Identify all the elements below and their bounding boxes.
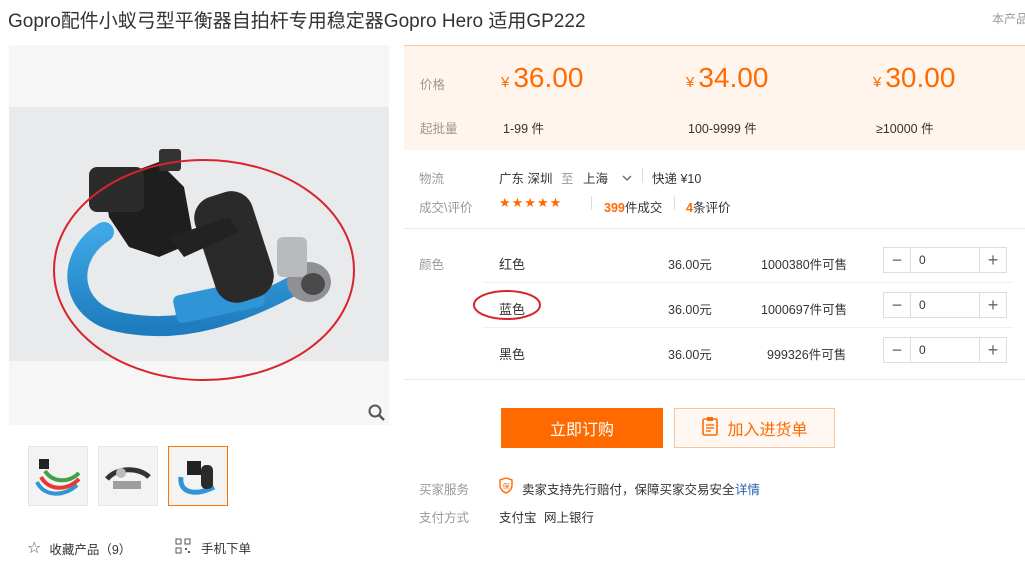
zoom-icon[interactable] xyxy=(367,403,387,423)
thumbnail-1[interactable] xyxy=(28,446,88,506)
chevron-down-icon xyxy=(622,171,632,185)
sku-price: 36.00元 xyxy=(668,258,712,272)
sku-stock: 1000380件可售 xyxy=(761,258,848,272)
price-tier-1: ¥36.00 xyxy=(501,62,584,93)
ship-to-word: 至 xyxy=(561,172,574,186)
shield-icon: 保 xyxy=(498,477,514,499)
thumbnail-3[interactable] xyxy=(168,446,228,506)
destination-value: 上海 xyxy=(583,172,609,186)
star-outline-icon: ☆ xyxy=(27,540,42,557)
ship-from: 广东 深圳 xyxy=(499,172,553,186)
payment-label: 支付方式 xyxy=(419,511,470,525)
sku-name: 红色 xyxy=(499,257,526,272)
separator xyxy=(674,196,675,210)
mobile-order-label: 手机下单 xyxy=(201,542,252,556)
destination-select[interactable]: 上海 xyxy=(583,168,632,187)
favorite-button[interactable]: ☆ 收藏产品（9） xyxy=(27,538,131,558)
qty-tier-2: 100-9999 件 xyxy=(688,122,757,136)
quantity-stepper[interactable]: − 0 + xyxy=(883,337,1007,363)
qty-tier-3: ≥10000 件 xyxy=(876,122,934,136)
mobile-order-button[interactable]: 手机下单 xyxy=(175,538,251,557)
deals-label: 成交\评价 xyxy=(419,201,473,215)
sku-stock: 999326件可售 xyxy=(767,348,847,362)
thumbnail-2[interactable] xyxy=(98,446,158,506)
favorite-label: 收藏产品（9） xyxy=(49,542,132,557)
thumbnail-1-image xyxy=(29,447,87,505)
thumbnail-3-image xyxy=(169,447,227,505)
quantity-stepper[interactable]: − 0 + xyxy=(883,247,1007,273)
decrement-button[interactable]: − xyxy=(884,293,911,317)
thumbnail-2-image xyxy=(99,447,157,505)
quantity-stepper[interactable]: − 0 + xyxy=(883,292,1007,318)
annotation-circle xyxy=(473,290,541,320)
price-tier-2: ¥34.00 xyxy=(686,62,769,93)
payment-method-alipay: 支付宝 xyxy=(499,511,537,525)
rating-stars: ★★★★★ xyxy=(499,195,563,210)
sku-stock: 1000697件可售 xyxy=(761,303,848,317)
price-tier-3: ¥30.00 xyxy=(873,62,956,93)
separator xyxy=(642,168,643,182)
row-divider xyxy=(483,327,1013,328)
color-label: 颜色 xyxy=(419,258,445,272)
qr-code-icon xyxy=(175,538,191,557)
main-product-image[interactable] xyxy=(9,45,389,425)
sku-price: 36.00元 xyxy=(668,303,712,317)
svg-text:保: 保 xyxy=(503,482,510,491)
details-link[interactable]: 详情 xyxy=(735,479,760,498)
payment-method-bank: 网上银行 xyxy=(544,511,595,525)
buy-now-button[interactable]: 立即订购 xyxy=(501,408,663,448)
decrement-button[interactable]: − xyxy=(884,338,911,362)
product-title: Gopro配件小蚁弓型平衡器自拍杆专用稳定器Gopro Hero 适用GP222 xyxy=(8,11,586,32)
row-divider xyxy=(483,282,1013,283)
increment-button[interactable]: + xyxy=(979,293,1006,317)
quantity-input[interactable]: 0 xyxy=(911,293,979,317)
quantity-input[interactable]: 0 xyxy=(911,338,979,362)
buyer-service-text: 卖家支持先行赔付，保障买家交易安全 xyxy=(522,483,735,497)
annotation-circle xyxy=(53,159,355,381)
corner-text[interactable]: 本产品 xyxy=(992,10,1025,27)
clipboard-icon xyxy=(701,416,719,441)
quantity-input[interactable]: 0 xyxy=(911,248,979,272)
buyer-service-label: 买家服务 xyxy=(419,483,470,497)
logistics-label: 物流 xyxy=(419,172,445,186)
section-divider xyxy=(404,228,1025,229)
moq-label: 起批量 xyxy=(420,122,458,136)
add-to-cart-label: 加入进货单 xyxy=(727,422,808,439)
add-to-cart-button[interactable]: 加入进货单 xyxy=(674,408,835,448)
sku-name: 黑色 xyxy=(499,347,526,362)
increment-button[interactable]: + xyxy=(979,338,1006,362)
shipping-fee: 快递 ¥10 xyxy=(652,172,702,186)
sku-price: 36.00元 xyxy=(668,348,712,362)
section-divider xyxy=(404,379,1025,380)
price-label: 价格 xyxy=(420,78,446,92)
review-count[interactable]: 4条评价 xyxy=(686,197,730,216)
increment-button[interactable]: + xyxy=(979,248,1006,272)
qty-tier-1: 1-99 件 xyxy=(503,122,544,136)
separator xyxy=(591,196,592,210)
deal-count[interactable]: 399件成交 xyxy=(604,197,662,216)
decrement-button[interactable]: − xyxy=(884,248,911,272)
